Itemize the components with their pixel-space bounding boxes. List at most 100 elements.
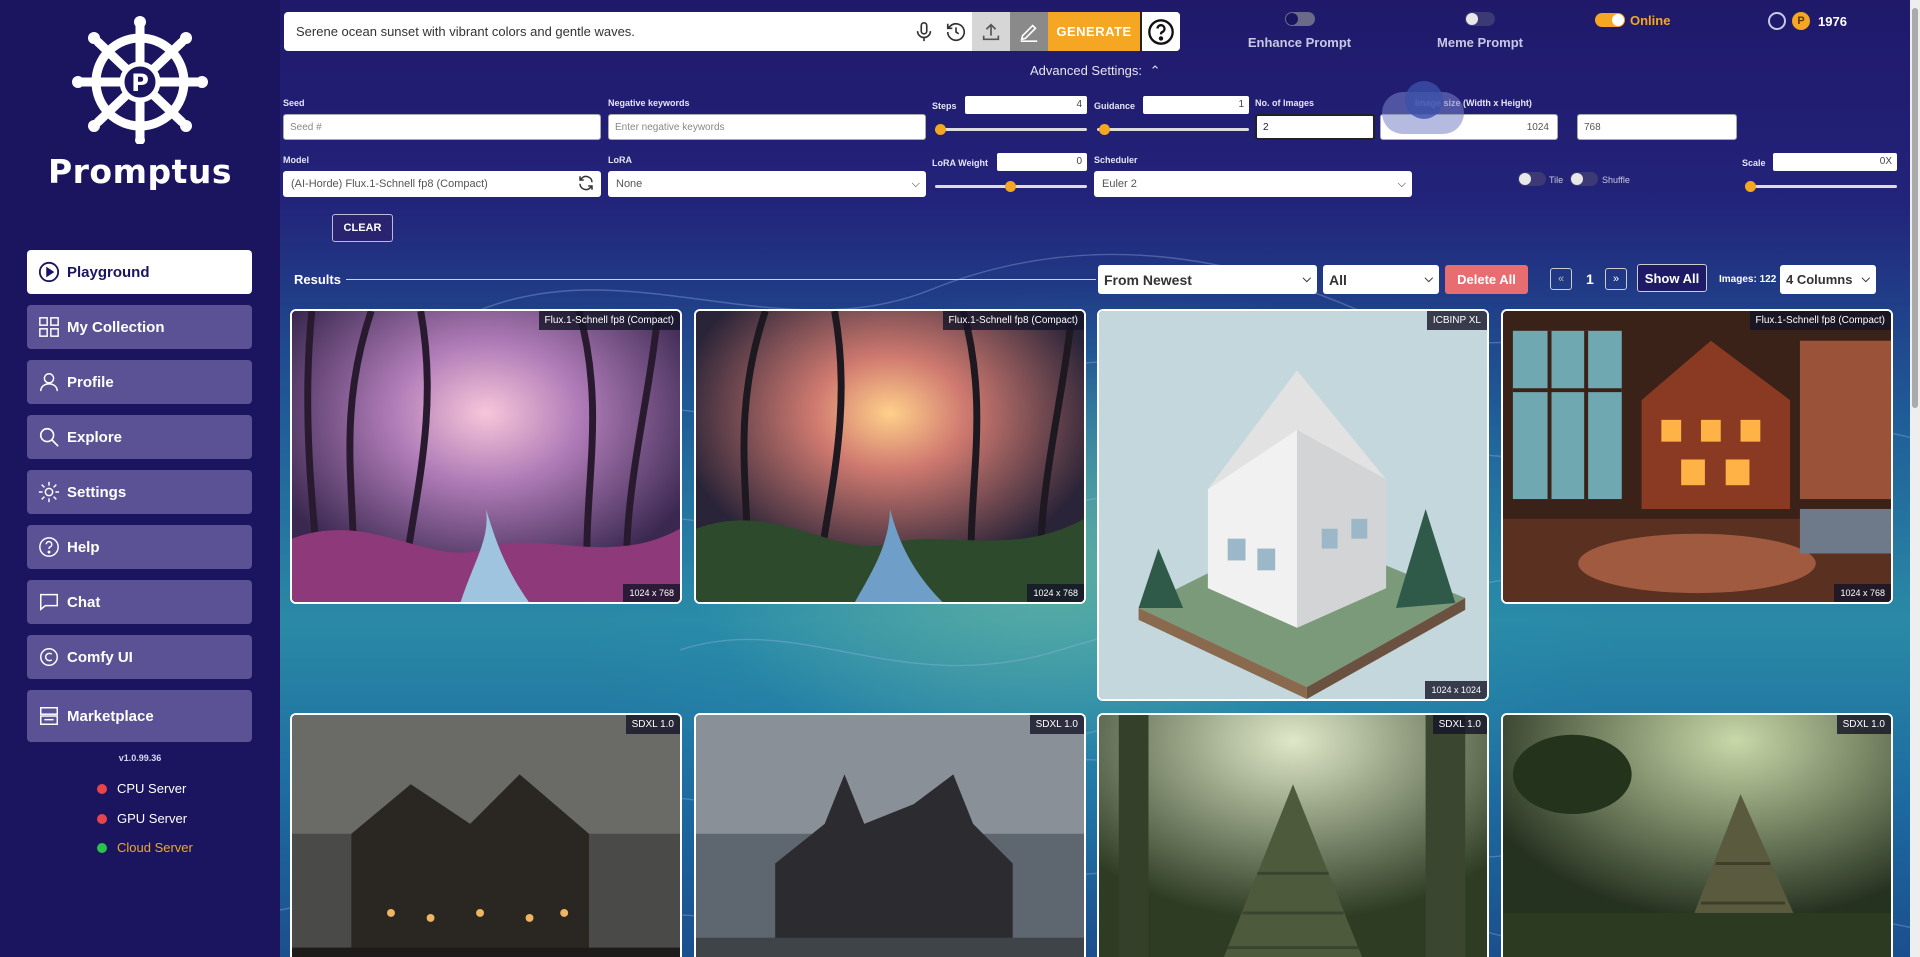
server-status-gpu: GPU Server <box>97 811 187 826</box>
sidebar-item-playground[interactable]: Playground <box>27 250 252 294</box>
negative-keywords-input[interactable]: Enter negative keywords <box>608 114 926 140</box>
enhance-prompt-label: Enhance Prompt <box>1247 35 1352 50</box>
sort-select[interactable]: From Newest ⌵ <box>1098 265 1317 294</box>
next-page-button[interactable]: » <box>1605 268 1627 290</box>
model-label: Model <box>283 155 309 165</box>
sidebar-item-label: Settings <box>67 483 127 501</box>
height-input[interactable]: 768 <box>1577 114 1737 140</box>
advanced-settings-toggle[interactable]: Advanced Settings: ⌃ <box>1030 63 1161 79</box>
tile-toggle[interactable] <box>1518 172 1546 186</box>
question-icon <box>1148 18 1174 45</box>
credits-count: 1976 <box>1818 13 1847 29</box>
edit-icon[interactable] <box>1010 12 1048 51</box>
lora-weight-slider[interactable] <box>935 181 1087 192</box>
result-card[interactable]: ICBINP XL 1024 x 1024 <box>1097 309 1489 701</box>
forest-image <box>292 311 680 602</box>
result-card[interactable]: Flux.1-Schnell fp8 (Compact) 1024 x 768 <box>1501 309 1893 604</box>
jungle-temple-image <box>1099 715 1487 957</box>
prompt-input[interactable]: Serene ocean sunset with vibrant colors … <box>284 24 908 39</box>
coin-icon: P <box>1792 12 1810 30</box>
image-dimensions: 1024 x 768 <box>1027 584 1084 602</box>
meme-prompt-toggle-block: Meme Prompt <box>1410 12 1550 50</box>
sidebar-item-comfy-ui[interactable]: Comfy UI <box>27 635 252 679</box>
microphone-icon[interactable] <box>908 12 940 51</box>
gothic-manor-image <box>696 715 1084 957</box>
meme-prompt-toggle[interactable] <box>1465 12 1495 26</box>
seed-input[interactable]: Seed # <box>283 114 601 140</box>
steps-slider[interactable] <box>935 124 1087 135</box>
model-tag: SDXL 1.0 <box>1432 715 1487 734</box>
grid-icon <box>37 315 61 339</box>
results-divider <box>346 279 1096 280</box>
scale-input[interactable]: 0X <box>1773 153 1897 171</box>
help-button[interactable] <box>1140 12 1180 51</box>
scrollbar-thumb[interactable] <box>1912 8 1918 408</box>
slider-knob[interactable] <box>1005 181 1016 192</box>
lora-select[interactable]: None ⌵ <box>608 171 926 197</box>
enhance-prompt-toggle[interactable] <box>1284 12 1315 26</box>
result-card[interactable]: SDXL 1.0 <box>694 713 1086 957</box>
lora-weight-label: LoRA Weight <box>932 158 988 168</box>
cursor-pointer <box>1405 81 1443 119</box>
prev-page-button[interactable]: « <box>1550 268 1572 290</box>
chevron-down-icon: ⌵ <box>1397 177 1406 190</box>
sidebar-item-profile[interactable]: Profile <box>27 360 252 404</box>
sidebar-item-marketplace[interactable]: Marketplace <box>27 690 252 742</box>
guidance-slider[interactable] <box>1097 124 1249 135</box>
result-card[interactable]: Flux.1-Schnell fp8 (Compact) 1024 x 768 <box>290 309 682 604</box>
steps-input[interactable]: 4 <box>965 96 1087 114</box>
avatar[interactable] <box>1768 12 1786 30</box>
scheduler-select[interactable]: Euler 2 ⌵ <box>1094 171 1412 197</box>
chevron-down-icon: ⌵ <box>1302 273 1311 285</box>
meme-prompt-label: Meme Prompt <box>1437 35 1523 50</box>
sidebar-item-my-collection[interactable]: My Collection <box>27 305 252 349</box>
model-tag: Flux.1-Schnell fp8 (Compact) <box>1749 311 1891 330</box>
num-images-input[interactable]: 2 <box>1255 114 1375 140</box>
show-all-button[interactable]: Show All <box>1637 264 1707 292</box>
generate-button[interactable]: GENERATE <box>1048 12 1140 51</box>
model-tag: Flux.1-Schnell fp8 (Compact) <box>538 311 680 330</box>
sidebar-item-label: My Collection <box>67 318 165 336</box>
result-card[interactable]: SDXL 1.0 <box>290 713 682 957</box>
sidebar-item-help[interactable]: Help <box>27 525 252 569</box>
upload-icon[interactable] <box>972 12 1010 51</box>
slider-knob[interactable] <box>935 124 946 135</box>
model-tag: SDXL 1.0 <box>1836 715 1891 734</box>
sidebar-item-label: Comfy UI <box>67 648 133 666</box>
haunted-house-image <box>292 715 680 957</box>
clear-button[interactable]: CLEAR <box>332 214 393 242</box>
sidebar-item-chat[interactable]: Chat <box>27 580 252 624</box>
delete-all-button[interactable]: Delete All <box>1445 265 1528 294</box>
model-select[interactable]: (AI-Horde) Flux.1-Schnell fp8 (Compact) <box>283 171 601 197</box>
sidebar-item-explore[interactable]: Explore <box>27 415 252 459</box>
slider-knob[interactable] <box>1745 181 1756 192</box>
sidebar-item-settings[interactable]: Settings <box>27 470 252 514</box>
slider-knob[interactable] <box>1099 124 1110 135</box>
lora-weight-input[interactable]: 0 <box>997 153 1087 171</box>
online-label: Online <box>1630 13 1671 28</box>
shuffle-toggle[interactable] <box>1570 172 1598 186</box>
refresh-icon[interactable] <box>577 174 595 195</box>
online-toggle[interactable] <box>1595 13 1625 27</box>
user-icon <box>37 370 61 394</box>
app-version: v1.0.99.36 <box>118 753 162 763</box>
user-area: P 1976 <box>1768 12 1847 30</box>
tile-label: Tile <box>1549 175 1564 185</box>
scale-slider[interactable] <box>1745 181 1897 192</box>
sidebar-item-label: Playground <box>67 263 150 281</box>
status-dot-icon <box>97 813 107 824</box>
result-card[interactable]: SDXL 1.0 <box>1097 713 1489 957</box>
columns-select[interactable]: 4 Columns ⌵ <box>1780 265 1876 294</box>
guidance-input[interactable]: 1 <box>1143 96 1249 114</box>
svg-text:P: P <box>131 69 149 97</box>
sidebar: P Promptus Playground My Collection Prof… <box>0 0 280 957</box>
result-card[interactable]: Flux.1-Schnell fp8 (Compact) 1024 x 768 <box>694 309 1086 604</box>
question-icon <box>37 535 61 559</box>
history-icon[interactable] <box>940 12 972 51</box>
gear-icon <box>37 480 61 504</box>
filter-select[interactable]: All ⌵ <box>1323 265 1439 294</box>
prompt-bar: Serene ocean sunset with vibrant colors … <box>284 12 1180 51</box>
result-card[interactable]: SDXL 1.0 <box>1501 713 1893 957</box>
page-scrollbar[interactable] <box>1910 0 1920 957</box>
negative-keywords-label: Negative keywords <box>608 98 690 108</box>
